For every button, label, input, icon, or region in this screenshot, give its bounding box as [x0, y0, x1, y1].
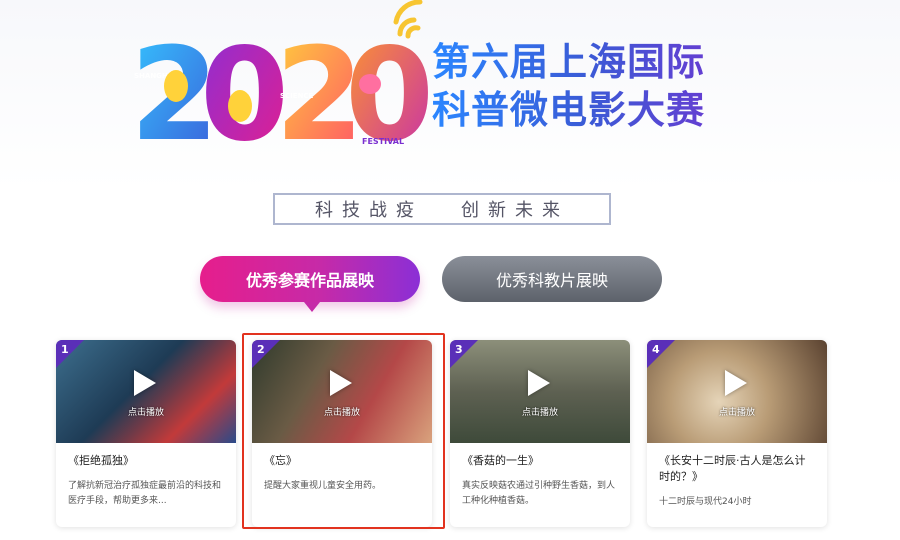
play-label: 点击播放 [323, 408, 360, 418]
slogan-left: 科技战疫 [315, 200, 423, 221]
card-number: 2 [257, 343, 265, 356]
tab-label: 优秀参赛作品展映 [245, 271, 374, 290]
card-title[interactable]: 《长安十二时辰·古人是怎么计时的？》 [647, 443, 827, 485]
play-label: 点击播放 [521, 408, 558, 418]
header-banner: 2 0 2 0 SHANGHAI SCIENCE FESTIVAL 第六届上海国… [0, 0, 900, 190]
event-title-line2: 科普微电影大赛 [432, 86, 772, 134]
logo-tag-science: SCIENCE [280, 92, 314, 100]
video-card-1[interactable]: 1 点击播放 《拒绝孤独》 了解抗新冠治疗孤独症最前沿的科技和医疗手段，帮助更多… [56, 340, 236, 527]
play-icon[interactable] [528, 370, 550, 396]
logo-tag-festival: FESTIVAL [362, 137, 404, 146]
video-thumbnail[interactable]: 1 点击播放 [56, 340, 236, 443]
year-logo: 2 0 2 0 SHANGHAI SCIENCE FESTIVAL [130, 14, 434, 170]
video-thumbnail[interactable]: 2 点击播放 [252, 340, 432, 443]
mascot-icon [228, 90, 252, 122]
video-card-4[interactable]: 4 点击播放 《长安十二时辰·古人是怎么计时的？》 十二时辰与现代24小时 [647, 340, 827, 527]
play-icon[interactable] [725, 370, 747, 396]
video-thumbnail[interactable]: 3 点击播放 [450, 340, 630, 443]
card-title[interactable]: 《拒绝孤独》 [56, 443, 236, 469]
card-description: 十二时辰与现代24小时 [659, 497, 752, 507]
tab-featured-entries[interactable]: 优秀参赛作品展映 [200, 256, 420, 312]
play-icon[interactable] [330, 370, 352, 396]
video-card-2[interactable]: 2 点击播放 《忘》 提醒大家重视儿童安全用药。 [252, 340, 432, 527]
card-title[interactable]: 《香菇的一生》 [450, 443, 630, 469]
card-description: 真实反映菇农通过引种野生香菇，到人工种化种植香菇。 [462, 481, 616, 506]
slogan-right: 创新未来 [461, 200, 569, 221]
card-number: 4 [652, 343, 660, 356]
event-title: 第六届上海国际 科普微电影大赛 [432, 38, 772, 134]
tab-label: 优秀科教片展映 [495, 271, 608, 290]
card-number: 1 [61, 343, 69, 356]
svg-text:0: 0 [345, 21, 430, 154]
mascot-icon [164, 70, 188, 102]
slogan-box: 科技战疫 创新未来 [273, 193, 611, 225]
card-description: 提醒大家重视儿童安全用药。 [264, 481, 382, 491]
play-label: 点击播放 [718, 408, 755, 418]
card-title[interactable]: 《忘》 [252, 443, 432, 469]
video-card-3[interactable]: 3 点击播放 《香菇的一生》 真实反映菇农通过引种野生香菇，到人工种化种植香菇。 [450, 340, 630, 527]
play-label: 点击播放 [127, 408, 164, 418]
card-number: 3 [455, 343, 463, 356]
play-icon[interactable] [134, 370, 156, 396]
video-thumbnail[interactable]: 4 点击播放 [647, 340, 827, 443]
event-title-line1: 第六届上海国际 [432, 38, 772, 86]
card-description: 了解抗新冠治疗孤独症最前沿的科技和医疗手段，帮助更多来... [68, 481, 222, 506]
mascot-icon [359, 74, 381, 94]
tab-science-films[interactable]: 优秀科教片展映 [442, 256, 662, 302]
